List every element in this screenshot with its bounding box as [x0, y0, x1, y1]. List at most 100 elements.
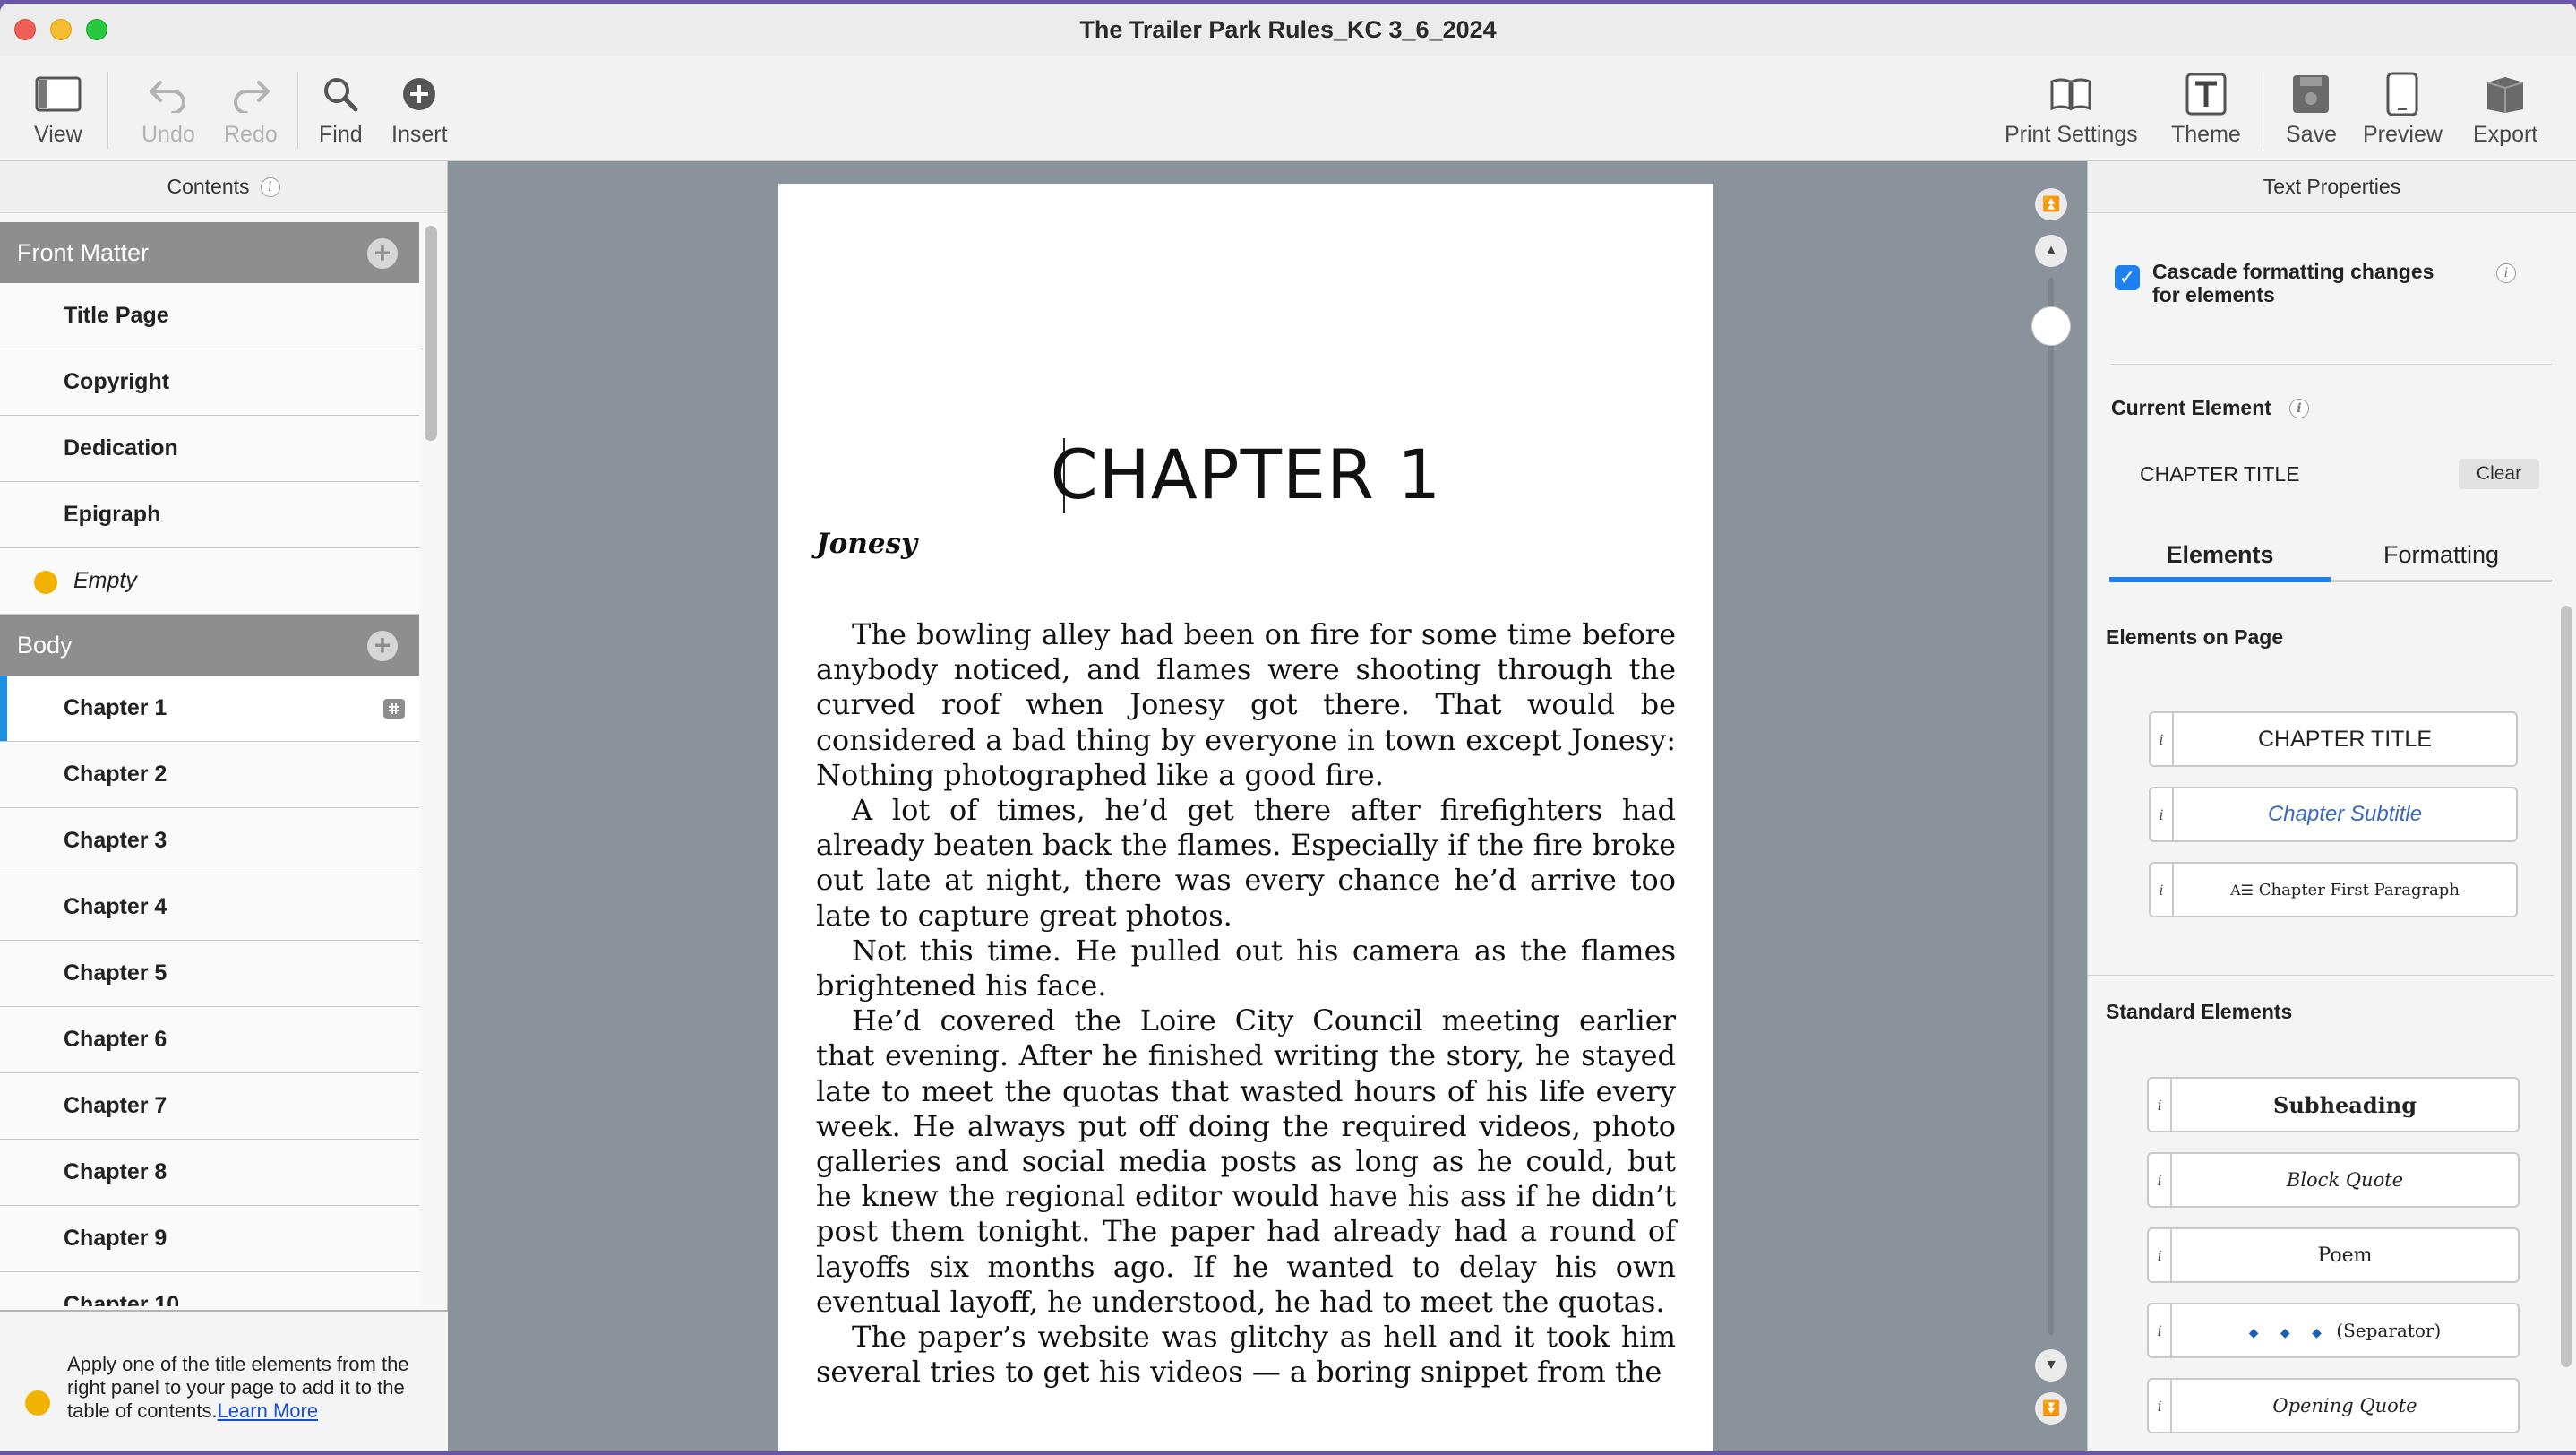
preview-button[interactable]: Preview: [2363, 72, 2443, 148]
chapter-title[interactable]: CHAPTER 1: [778, 435, 1713, 514]
toc-item-dedication[interactable]: Dedication: [0, 416, 419, 482]
element-chapter-title-button[interactable]: i CHAPTER TITLE: [2149, 711, 2518, 767]
theme-label: Theme: [2171, 122, 2241, 147]
export-button[interactable]: Export: [2473, 72, 2537, 148]
toc-item-chapter-9[interactable]: Chapter 9: [0, 1206, 419, 1272]
save-button[interactable]: Save: [2286, 72, 2337, 148]
body-section[interactable]: Body +: [0, 615, 419, 676]
first-page-icon[interactable]: ⏫: [2035, 188, 2067, 220]
element-poem-button[interactable]: i Poem: [2147, 1227, 2520, 1283]
info-icon[interactable]: i: [2151, 788, 2174, 840]
toc-item-chapter-1[interactable]: Chapter 1: [0, 676, 419, 742]
cascade-checkbox[interactable]: ✓: [2115, 265, 2140, 290]
print-settings-label: Print Settings: [2005, 122, 2138, 147]
info-icon[interactable]: i: [2149, 1154, 2172, 1206]
grid-icon[interactable]: [383, 699, 405, 719]
find-button[interactable]: Find: [319, 72, 363, 148]
last-page-icon[interactable]: ⏬: [2035, 1392, 2067, 1425]
toc-item-chapter-8[interactable]: Chapter 8: [0, 1140, 419, 1206]
close-window-button[interactable]: [14, 19, 36, 40]
element-chapter-subtitle-button[interactable]: i Chapter Subtitle: [2149, 787, 2518, 842]
element-chapter-first-paragraph-button[interactable]: i A☰ Chapter First Paragraph: [2149, 862, 2518, 917]
info-icon[interactable]: i: [260, 176, 280, 197]
paragraph[interactable]: A lot of times, he’d get there after fir…: [816, 793, 1676, 934]
element-label: (Separator): [2336, 1320, 2442, 1341]
redo-label: Redo: [224, 122, 278, 147]
warning-dot-icon: [25, 1390, 50, 1416]
element-subheading-button[interactable]: i Subheading: [2147, 1077, 2520, 1132]
toc-item-title-page[interactable]: Title Page: [0, 283, 419, 349]
zoom-window-button[interactable]: [86, 19, 107, 40]
toc-item-label: Chapter 6: [64, 1027, 167, 1052]
toc-item-chapter-5[interactable]: Chapter 5: [0, 941, 419, 1007]
chapter-body[interactable]: The bowling alley had been on fire for s…: [816, 617, 1676, 1390]
element-label: Chapter First Paragraph: [2258, 880, 2460, 900]
book-page[interactable]: CHAPTER 1 Jonesy The bowling alley had b…: [778, 184, 1713, 1451]
toc-item-chapter-6[interactable]: Chapter 6: [0, 1007, 419, 1073]
plus-circle-icon: [401, 72, 437, 116]
paragraph[interactable]: The paper’s website was glitchy as hell …: [816, 1320, 1676, 1390]
insert-button[interactable]: Insert: [391, 72, 448, 148]
element-label: CHAPTER TITLE: [2257, 726, 2433, 752]
toc-item-chapter-2[interactable]: Chapter 2: [0, 742, 419, 808]
element-label-wrap: ◆ ◆ ◆ (Separator): [2172, 1320, 2518, 1341]
info-icon[interactable]: i: [2288, 398, 2309, 418]
previous-page-icon[interactable]: ▲: [2035, 235, 2067, 267]
toc-item-label: Empty: [73, 568, 137, 593]
toc-item-label: Chapter 10: [64, 1292, 180, 1306]
toc-item-epigraph[interactable]: Epigraph: [0, 482, 419, 548]
tab-elements[interactable]: Elements: [2109, 530, 2331, 582]
front-matter-label: Front Matter: [17, 238, 150, 266]
toc-item-chapter-4[interactable]: Chapter 4: [0, 874, 419, 941]
toolbar-divider: [107, 72, 108, 149]
page-scroll-thumb[interactable]: [2031, 306, 2071, 346]
paragraph[interactable]: He’d covered the Loire City Council meet…: [816, 1003, 1676, 1320]
chapter-subtitle[interactable]: Jonesy: [816, 528, 917, 560]
contents-panel: Contents i Front Matter + Title Page Cop…: [0, 161, 448, 1451]
info-icon[interactable]: i: [2151, 864, 2174, 916]
clear-button[interactable]: Clear: [2459, 459, 2539, 489]
print-settings-button[interactable]: Print Settings: [2005, 72, 2138, 148]
element-opening-quote-button[interactable]: i Opening Quote: [2147, 1378, 2520, 1433]
info-icon[interactable]: i: [2149, 1380, 2172, 1432]
info-icon[interactable]: i: [2149, 1304, 2172, 1356]
info-icon[interactable]: i: [2151, 713, 2174, 765]
paragraph[interactable]: The bowling alley had been on fire for s…: [816, 617, 1676, 793]
minimize-window-button[interactable]: [50, 19, 72, 40]
tab-formatting[interactable]: Formatting: [2331, 530, 2552, 580]
toc-item-label: Epigraph: [64, 502, 161, 527]
find-label: Find: [319, 122, 363, 147]
theme-button[interactable]: Theme: [2171, 72, 2241, 148]
info-icon[interactable]: i: [2496, 263, 2516, 283]
add-front-matter-icon[interactable]: +: [367, 238, 398, 269]
insert-label: Insert: [391, 122, 448, 147]
theme-t-icon: [2185, 72, 2227, 116]
toc-item-chapter-7[interactable]: Chapter 7: [0, 1073, 419, 1140]
element-label: Subheading: [2273, 1091, 2417, 1118]
view-button[interactable]: View: [34, 72, 82, 148]
text-properties-scrollbar[interactable]: [2561, 606, 2572, 1367]
add-body-icon[interactable]: +: [367, 631, 398, 661]
undo-button[interactable]: Undo: [142, 72, 195, 148]
text-properties-header: Text Properties: [2088, 161, 2576, 213]
toc-item-empty[interactable]: Empty: [0, 548, 419, 615]
contents-scrollbar[interactable]: [425, 226, 437, 441]
text-properties-title: Text Properties: [2263, 175, 2401, 198]
front-matter-section[interactable]: Front Matter +: [0, 222, 419, 283]
toc-item-chapter-3[interactable]: Chapter 3: [0, 808, 419, 874]
save-label: Save: [2286, 122, 2337, 147]
info-icon[interactable]: i: [2149, 1229, 2172, 1281]
element-separator-button[interactable]: i ◆ ◆ ◆ (Separator): [2147, 1303, 2520, 1358]
redo-button[interactable]: Redo: [224, 72, 278, 148]
learn-more-link[interactable]: Learn More: [218, 1399, 319, 1422]
info-icon[interactable]: i: [2149, 1079, 2172, 1131]
next-page-icon[interactable]: ▼: [2035, 1349, 2067, 1382]
toc-item-copyright[interactable]: Copyright: [0, 349, 419, 416]
element-label: Block Quote: [2286, 1169, 2404, 1191]
paragraph[interactable]: Not this time. He pulled out his camera …: [816, 934, 1676, 1003]
book-icon: [2048, 72, 2093, 116]
element-label: Opening Quote: [2272, 1395, 2417, 1416]
element-block-quote-button[interactable]: i Block Quote: [2147, 1152, 2520, 1208]
toc-item-chapter-10[interactable]: Chapter 10: [0, 1272, 419, 1306]
page-scroll-track[interactable]: [2048, 278, 2054, 1335]
